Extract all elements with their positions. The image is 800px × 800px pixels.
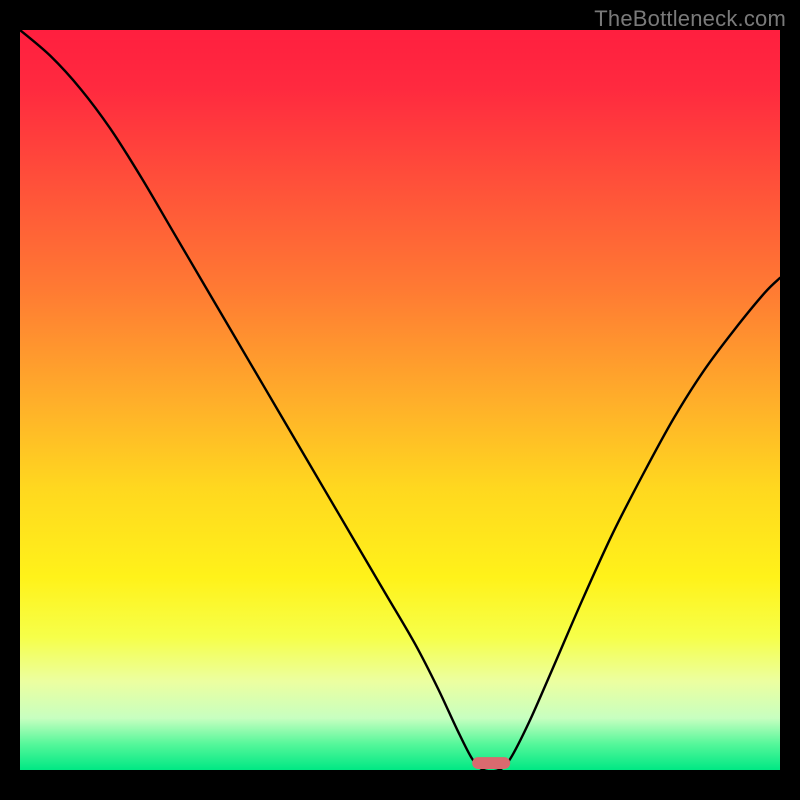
bottleneck-marker bbox=[472, 757, 510, 769]
chart-frame: TheBottleneck.com bbox=[0, 0, 800, 800]
plot-area bbox=[20, 30, 780, 770]
watermark-text: TheBottleneck.com bbox=[594, 6, 786, 32]
gradient-background bbox=[20, 30, 780, 770]
chart-svg bbox=[20, 30, 780, 770]
